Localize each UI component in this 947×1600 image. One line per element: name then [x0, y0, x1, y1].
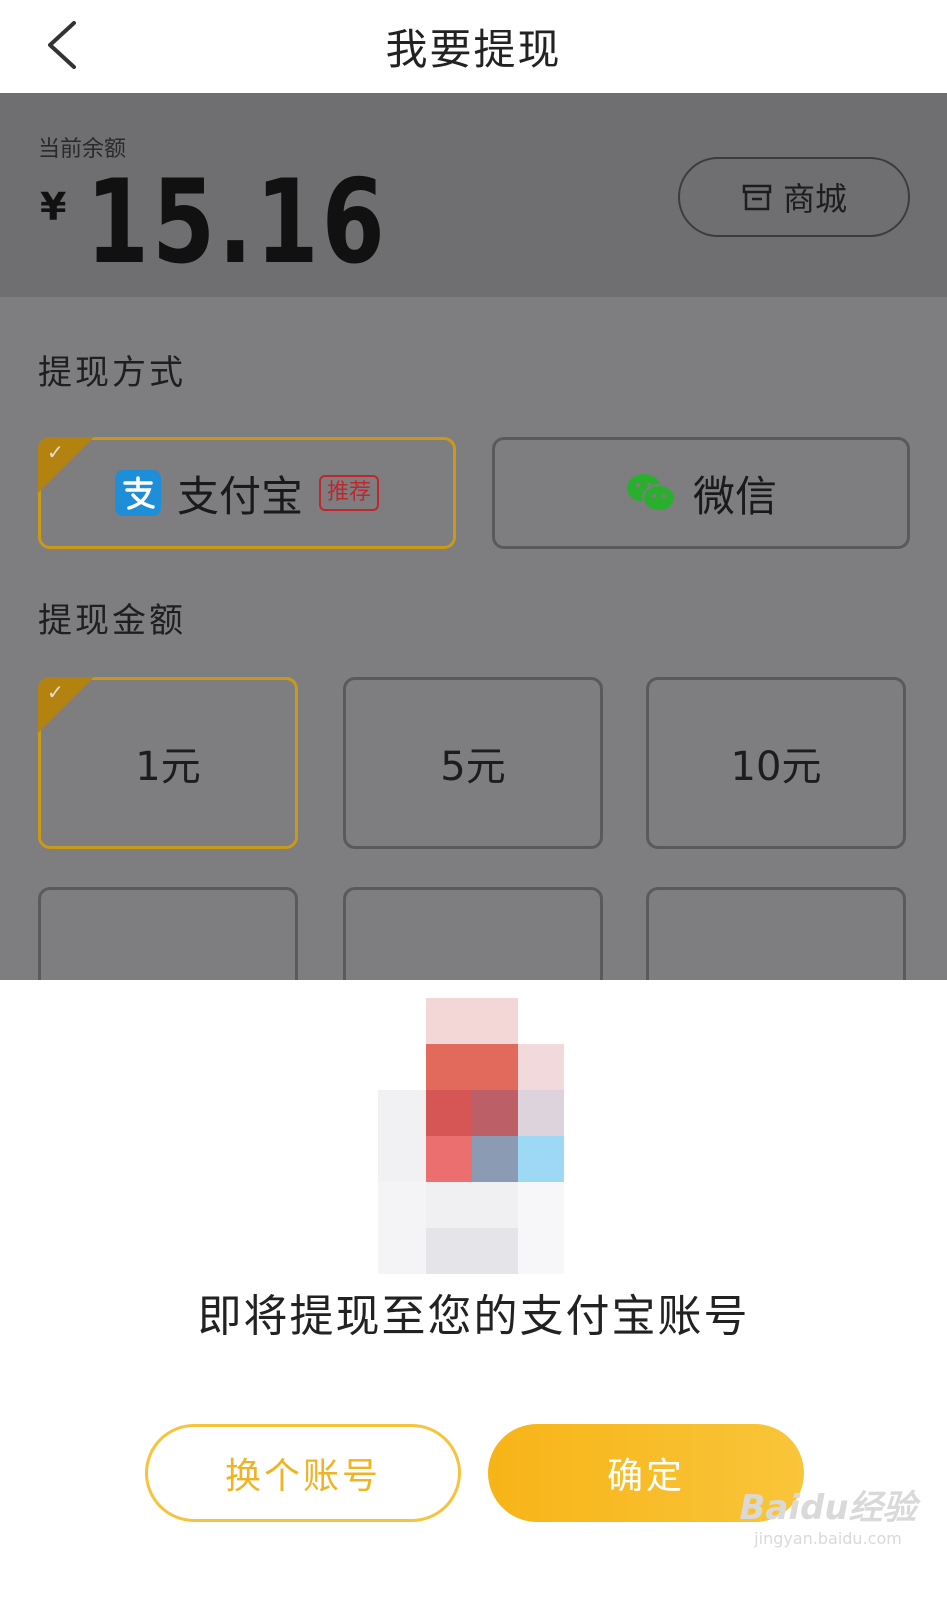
- alipay-label: 支付宝: [176, 471, 303, 521]
- check-icon: ✓: [47, 440, 64, 464]
- amount-option-label: 10元: [730, 744, 822, 790]
- amount-option-label: 20元: [123, 968, 214, 980]
- back-button[interactable]: [36, 10, 86, 80]
- page-title: 我要提现: [385, 25, 562, 74]
- amount-option[interactable]: ✓ 1元: [38, 677, 298, 849]
- page-content: 当前余额 ¥ 15.16 商城 提现方式 ✓ 支付宝 推荐 微信 提现金额 ✓ …: [0, 93, 947, 980]
- balance-card: 当前余额 ¥ 15.16 商城: [0, 93, 947, 297]
- confirm-sheet: 即将提现至您的支付宝账号 换个账号 确定 Baidu经验 jingyan.bai…: [0, 980, 947, 1600]
- withdraw-notice: 即将提现至您的支付宝账号: [197, 1291, 750, 1342]
- check-icon: ✓: [47, 680, 64, 704]
- recommend-badge: 推荐: [319, 475, 380, 511]
- method-wechat[interactable]: 微信: [492, 437, 910, 549]
- amount-option-label: 100元: [718, 968, 834, 980]
- withdraw-amount-title: 提现金额: [38, 601, 186, 641]
- amount-option[interactable]: 10元: [646, 677, 906, 849]
- withdraw-method-title: 提现方式: [38, 353, 186, 393]
- top-bar: 我要提现: [0, 0, 947, 93]
- amount-option-label: 5元: [440, 744, 506, 790]
- balance-amount: 15.16: [86, 155, 388, 290]
- store-icon: [742, 184, 772, 211]
- amount-option-label: 1元: [135, 744, 201, 790]
- chevron-left-icon: [48, 21, 76, 69]
- currency-symbol: ¥: [40, 185, 67, 229]
- wechat-label: 微信: [692, 471, 777, 521]
- amount-option[interactable]: 50元: [343, 887, 603, 980]
- watermark-main: Baidu经验: [739, 1488, 917, 1528]
- amount-option-label: 50元: [428, 968, 519, 980]
- wechat-icon: [626, 474, 676, 512]
- alipay-icon: [114, 470, 161, 516]
- method-alipay[interactable]: ✓ 支付宝 推荐: [38, 437, 456, 549]
- amount-option[interactable]: 5元: [343, 677, 603, 849]
- mall-button-label: 商城: [782, 180, 847, 218]
- baidu-watermark: Baidu经验 jingyan.baidu.com: [728, 1480, 928, 1564]
- watermark-sub: jingyan.baidu.com: [754, 1529, 902, 1548]
- switch-account-button[interactable]: 换个账号: [145, 1424, 461, 1522]
- selected-corner: ✓: [38, 677, 94, 733]
- amount-option[interactable]: 20元: [38, 887, 298, 980]
- mall-button[interactable]: 商城: [678, 157, 910, 237]
- account-avatar: [378, 998, 578, 1286]
- amount-option[interactable]: 100元: [646, 887, 906, 980]
- selected-corner: ✓: [38, 437, 94, 493]
